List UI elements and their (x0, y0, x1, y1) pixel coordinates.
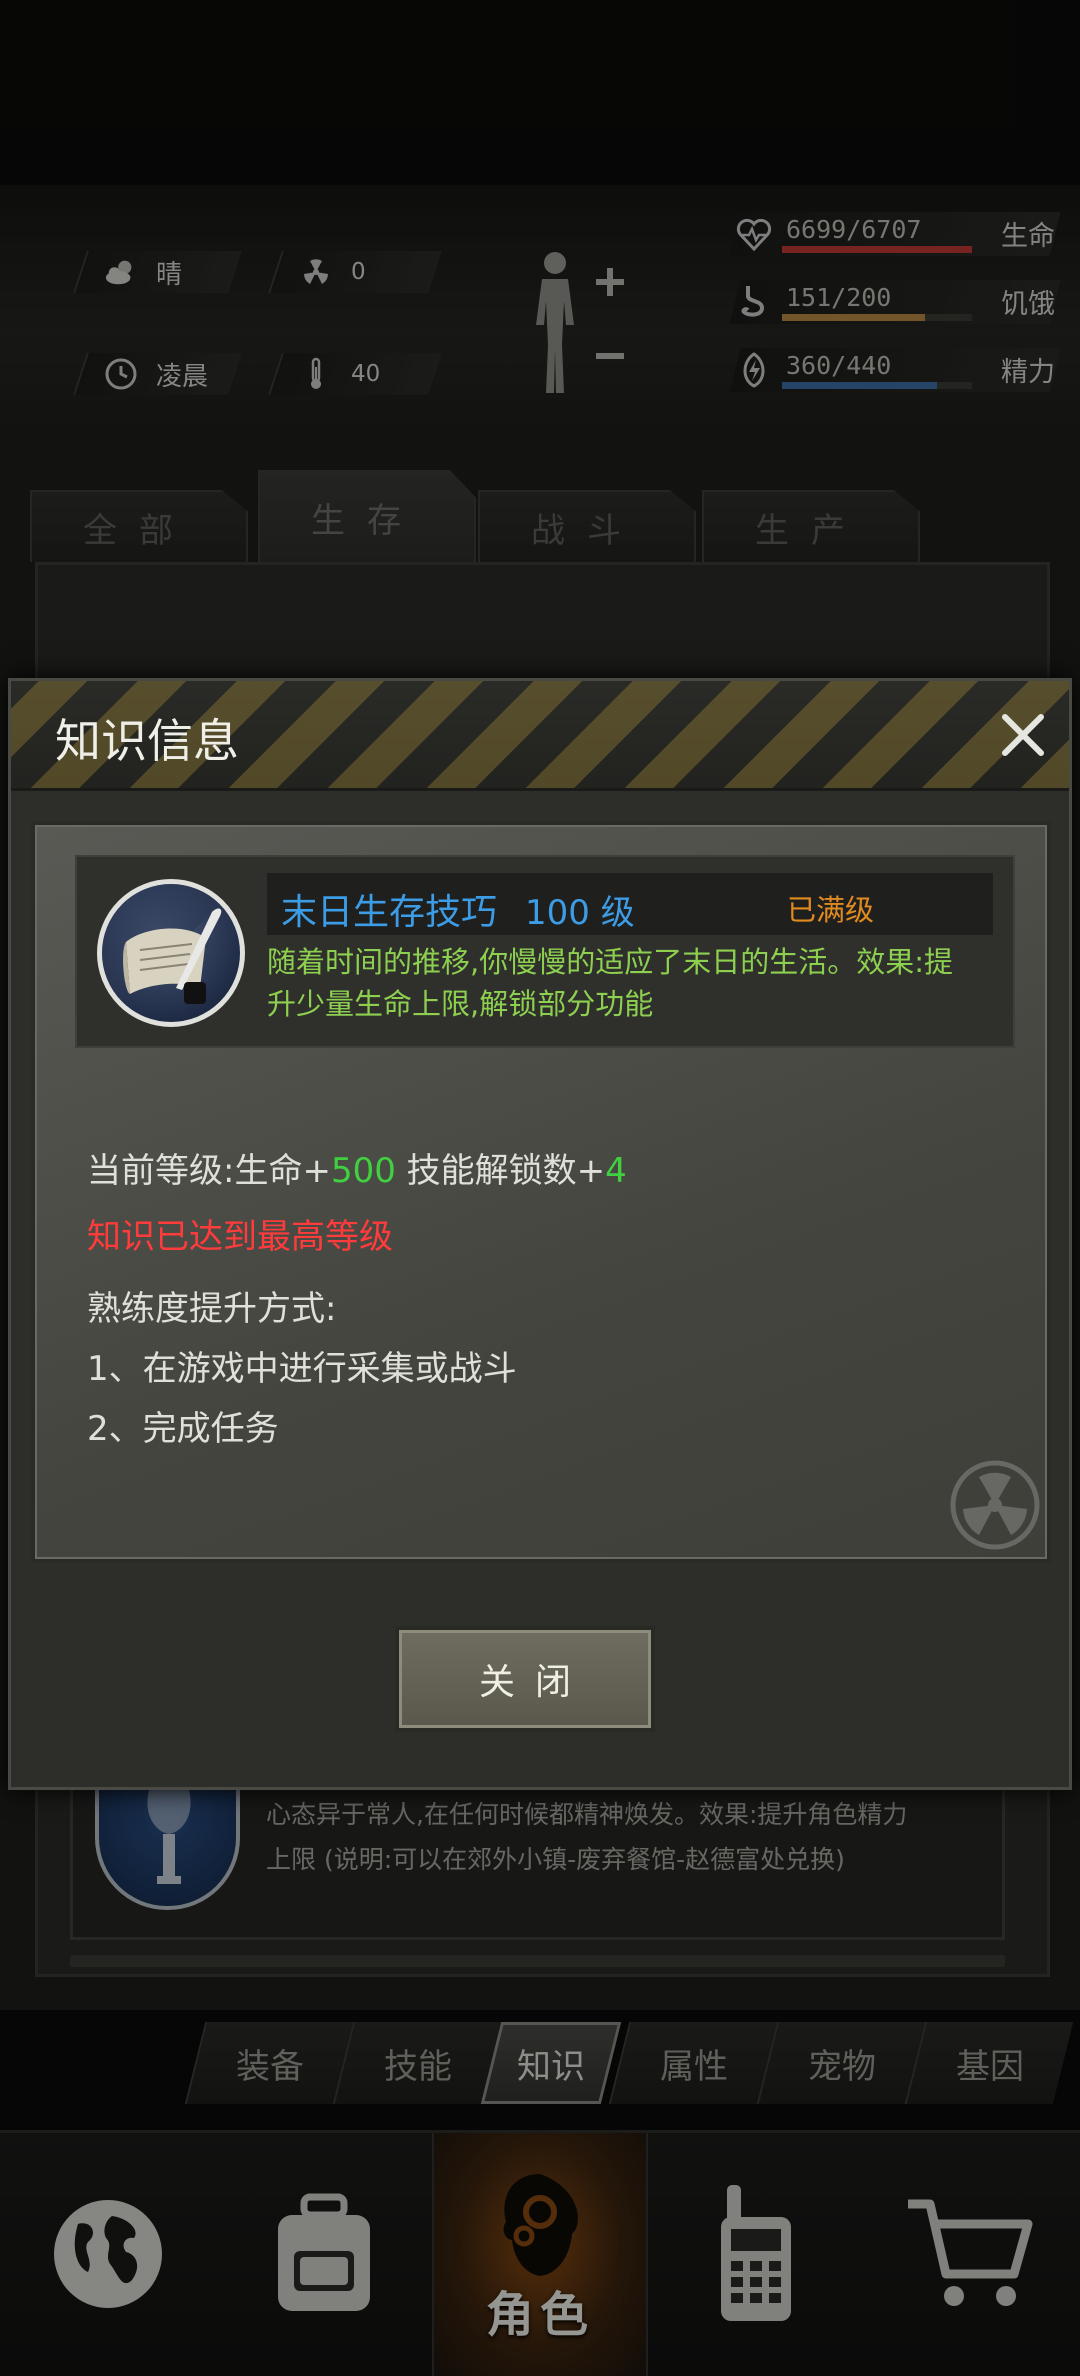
skill-level: 100 级 (525, 893, 635, 933)
max-level-badge: 已满级 (787, 893, 875, 927)
skill-summary: 末日生存技巧 100 级 已满级 随着时间的推移,你慢慢的适应了末日的生活。效果… (75, 855, 1015, 1048)
skill-desc-line2: 升少量生命上限,解锁部分功能 (267, 987, 654, 1021)
skill-name: 末日生存技巧 (281, 892, 498, 933)
method-item-1: 1、在游戏中进行采集或战斗 (87, 1349, 517, 1389)
max-level-notice: 知识已达到最高等级 (87, 1217, 393, 1257)
knowledge-detail-panel: 末日生存技巧 100 级 已满级 随着时间的推移,你慢慢的适应了末日的生活。效果… (31, 821, 1051, 1563)
method-item-2: 2、完成任务 (87, 1409, 279, 1449)
current-level-mid: 技能解锁数+ (395, 1151, 606, 1191)
current-level-prefix: 当前等级:生命+ (87, 1151, 331, 1191)
dialog-header: 知识信息 (11, 681, 1069, 791)
close-icon[interactable] (991, 703, 1055, 767)
current-level-line: 当前等级:生命+500 技能解锁数+4 (87, 1143, 627, 1192)
skill-desc-line1: 随着时间的推移,你慢慢的适应了末日的生活。效果:提 (267, 945, 953, 979)
knowledge-info-dialog: 知识信息 末日生存技巧 100 级 已满级 随着时间的推移,你慢慢的适应了末日的… (8, 678, 1072, 1790)
close-button[interactable]: 关闭 (395, 1626, 655, 1732)
life-bonus-value: 500 (330, 1151, 396, 1191)
dialog-title: 知识信息 (55, 714, 239, 768)
unlock-bonus-value: 4 (605, 1151, 627, 1191)
radiation-watermark-icon (949, 1459, 1041, 1551)
skill-title-bar: 末日生存技巧 100 级 已满级 (267, 873, 993, 935)
proficiency-title: 熟练度提升方式: (87, 1289, 337, 1329)
scroll-quill-icon (97, 879, 245, 1027)
